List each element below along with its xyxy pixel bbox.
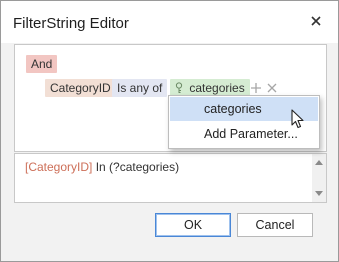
window-title: FilterString Editor	[13, 15, 129, 32]
condition-field-chip[interactable]: CategoryID	[45, 79, 116, 97]
expression-field: [CategoryID]	[25, 160, 93, 174]
condition-operator-chip[interactable]: Is any of	[112, 79, 168, 97]
add-condition-icon[interactable]	[250, 82, 262, 94]
parameter-icon	[174, 81, 189, 95]
scroll-up-arrow-icon[interactable]	[315, 160, 323, 165]
vertical-scrollbar[interactable]	[312, 154, 326, 202]
close-icon[interactable]	[308, 13, 324, 29]
expression-rest: In (?categories)	[92, 160, 180, 174]
filter-expression-editor[interactable]: [CategoryID] In (?categories)	[14, 153, 327, 203]
ok-button[interactable]: OK	[155, 213, 231, 237]
cancel-button[interactable]: Cancel	[237, 213, 313, 237]
mouse-cursor-icon	[290, 108, 306, 130]
scroll-down-arrow-icon[interactable]	[315, 191, 323, 196]
remove-condition-icon[interactable]	[266, 82, 278, 94]
condition-parameter-label: categories	[189, 81, 245, 95]
group-operator-chip[interactable]: And	[26, 55, 58, 73]
title-bar: FilterString Editor	[1, 1, 338, 43]
filter-expression: [CategoryID] In (?categories)	[25, 160, 179, 174]
